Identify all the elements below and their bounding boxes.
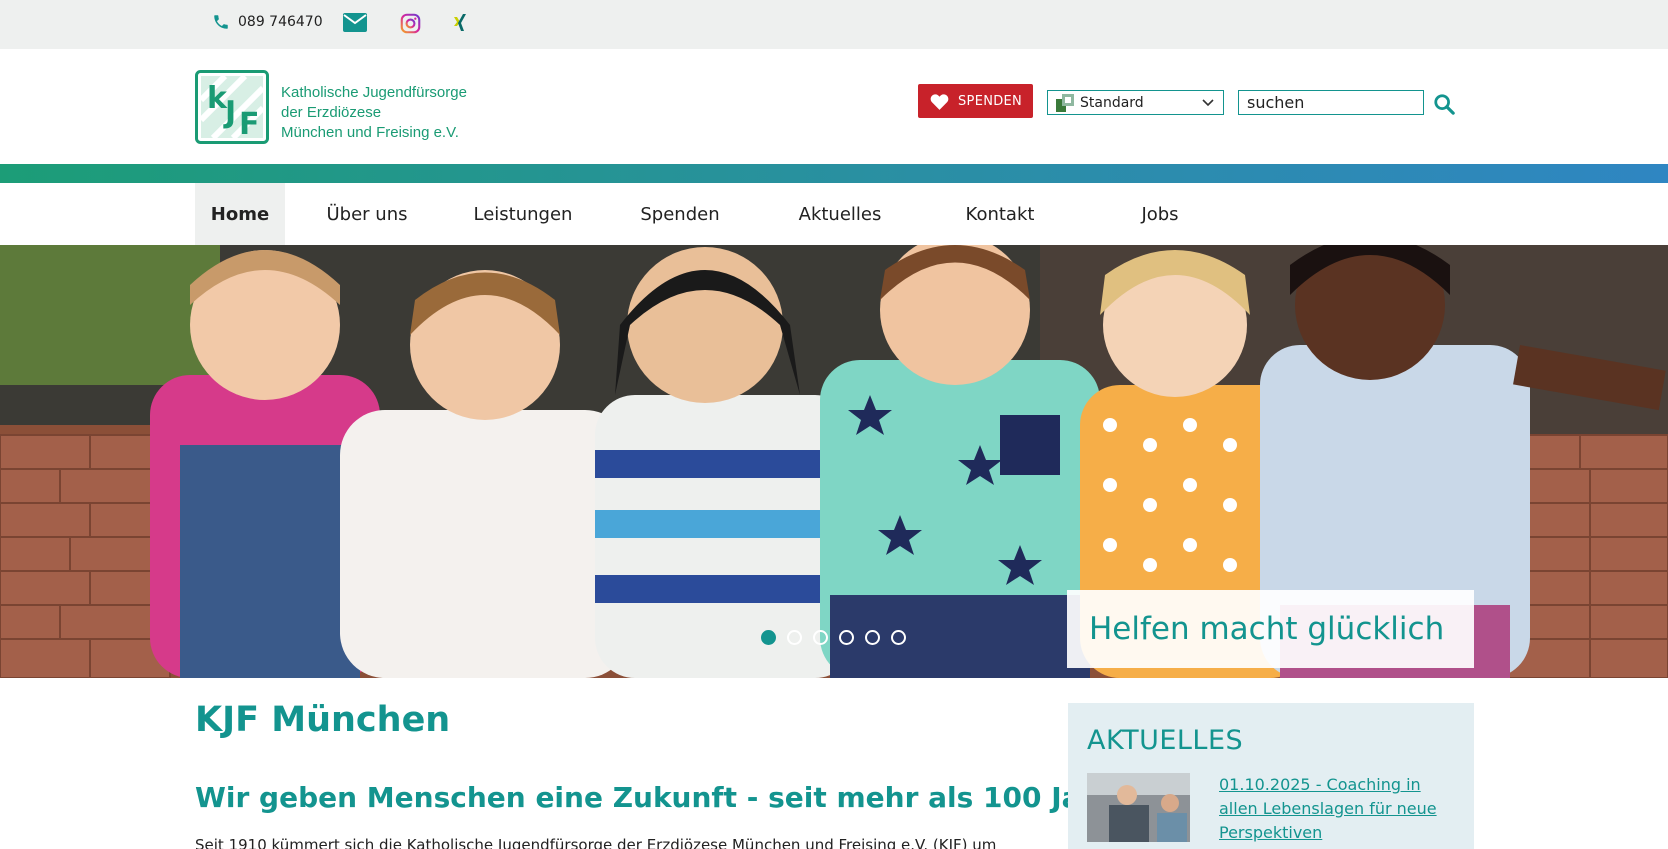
heart-icon <box>930 93 949 110</box>
accessibility-icon <box>1056 93 1074 112</box>
slider-dot-2[interactable] <box>787 630 802 645</box>
slider-dot-3[interactable] <box>813 630 828 645</box>
email-link[interactable] <box>343 13 367 32</box>
slider-pagination <box>761 630 917 645</box>
org-name-line-1: Katholische Jugendfürsorge <box>281 84 467 101</box>
xing-link[interactable] <box>452 13 468 33</box>
phone-number: 089 746470 <box>238 14 323 30</box>
instagram-icon <box>400 13 421 34</box>
news-thumbnail[interactable] <box>1087 773 1190 842</box>
envelope-icon <box>343 13 367 32</box>
news-item-link[interactable]: 01.10.2025 - Coaching in allen Lebenslag… <box>1219 773 1459 845</box>
site-header: k J F Katholische Jugendfürsorge der Erz… <box>0 49 1668 164</box>
nav-item-spenden[interactable]: Spenden <box>625 183 735 245</box>
org-name-line-3: München und Freising e.V. <box>281 124 459 141</box>
intro-text: Seit 1910 kümmert sich die Katholische J… <box>195 836 997 849</box>
slider-dot-5[interactable] <box>865 630 880 645</box>
nav-item-aktuelles[interactable]: Aktuelles <box>785 183 895 245</box>
phone-link[interactable]: 089 746470 <box>212 13 323 31</box>
main-navigation: Home Über uns Leistungen Spenden Aktuell… <box>0 183 1668 245</box>
org-name-line-2: der Erzdiözese <box>281 104 382 121</box>
donate-button[interactable]: SPENDEN <box>918 84 1033 118</box>
nav-item-jobs[interactable]: Jobs <box>1110 183 1210 245</box>
slider-dot-4[interactable] <box>839 630 854 645</box>
svg-text:F: F <box>239 107 260 142</box>
page-title: KJF München <box>195 700 451 740</box>
nav-item-home[interactable]: Home <box>195 183 285 245</box>
brand-gradient-band <box>0 164 1668 183</box>
magnifier-icon <box>1434 94 1455 115</box>
search-input[interactable]: suchen <box>1238 90 1424 115</box>
news-thumbnail-image <box>1087 773 1190 842</box>
nav-item-leistungen[interactable]: Leistungen <box>463 183 583 245</box>
instagram-link[interactable] <box>400 13 421 34</box>
display-mode-value: Standard <box>1080 94 1144 111</box>
chevron-down-icon <box>1202 99 1214 107</box>
kjf-logo[interactable]: k J F <box>195 70 269 144</box>
xing-icon <box>454 14 466 31</box>
slider-dot-6[interactable] <box>891 630 906 645</box>
news-panel: AKTUELLES 01.10.2025 - Coaching in allen… <box>1068 703 1474 849</box>
hero-caption[interactable]: Helfen macht glücklich <box>1067 590 1474 668</box>
svg-text:J: J <box>223 95 236 130</box>
search-button[interactable] <box>1433 93 1455 119</box>
page-subtitle: Wir geben Menschen eine Zukunft - seit m… <box>195 781 1154 814</box>
organization-name[interactable]: Katholische Jugendfürsorge der Erzdiözes… <box>281 83 467 143</box>
display-mode-select[interactable]: Standard <box>1047 90 1224 115</box>
phone-icon <box>214 15 228 29</box>
hero-slider[interactable]: Helfen macht glücklich <box>0 245 1668 678</box>
nav-item-kontakt[interactable]: Kontakt <box>945 183 1055 245</box>
donate-label: SPENDEN <box>958 93 1023 109</box>
news-panel-title: AKTUELLES <box>1087 725 1244 756</box>
contact-bar: 089 746470 <box>0 0 1668 49</box>
slider-dot-1[interactable] <box>761 630 776 645</box>
nav-item-ueber-uns[interactable]: Über uns <box>312 183 422 245</box>
